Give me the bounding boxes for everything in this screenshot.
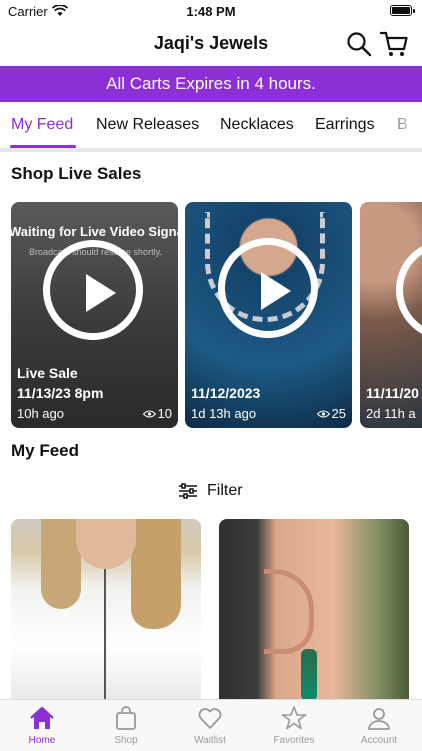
earring-photo	[301, 649, 317, 701]
feed-product-card[interactable]	[11, 519, 201, 701]
necklace-photo	[104, 569, 106, 701]
play-icon[interactable]	[396, 240, 422, 340]
live-sales-heading: Shop Live Sales	[11, 164, 142, 183]
sale-date: 11/12/2023	[191, 385, 261, 401]
view-count: 25	[316, 406, 346, 421]
filter-button[interactable]: Filter	[178, 480, 243, 502]
live-sale-card[interactable]: 11/11/20 2d 11h a	[360, 202, 422, 428]
sliders-icon	[179, 483, 197, 499]
eye-icon	[142, 410, 156, 417]
tab-earrings[interactable]: Earrings	[315, 116, 375, 134]
tabbar-favorites[interactable]: Favorites	[259, 705, 329, 746]
sale-age: 10h ago	[17, 406, 64, 421]
feed-product-card[interactable]	[219, 519, 409, 701]
waiting-signal-text: Waiting for Live Video Signa	[11, 224, 178, 239]
category-tabs: My Feed New Releases Necklaces Earrings …	[0, 102, 422, 150]
my-feed-heading: My Feed	[11, 441, 80, 460]
cart-icon[interactable]	[380, 30, 408, 58]
tabbar-account-label: Account	[360, 735, 398, 746]
tabs-fade	[370, 102, 422, 150]
tabbar-home[interactable]: Home	[7, 705, 77, 746]
person-icon	[368, 708, 390, 730]
star-icon	[281, 706, 307, 730]
sale-label: Live Sale	[17, 365, 78, 381]
heart-icon	[198, 708, 222, 729]
cart-expiry-banner: All Carts Expires in 4 hours.	[0, 66, 422, 102]
eye-icon	[316, 410, 330, 417]
tabbar-home-label: Home	[28, 735, 56, 746]
sale-age: 2d 11h a	[366, 406, 416, 421]
navigation-bar: Jaqi's Jewels	[0, 24, 422, 64]
play-icon[interactable]	[43, 240, 143, 340]
tab-new-releases[interactable]: New Releases	[96, 116, 199, 134]
view-count-value: 25	[331, 406, 346, 421]
shopping-bag-icon	[116, 706, 136, 730]
live-sale-card[interactable]: 11/12/2023 1d 13h ago 25	[185, 202, 352, 428]
status-bar: Carrier 1:48 PM	[0, 0, 422, 24]
sale-age: 1d 13h ago	[191, 406, 257, 421]
battery-icon	[390, 5, 415, 16]
play-icon[interactable]	[218, 238, 318, 338]
tabbar-waitlist[interactable]: Waitlist	[175, 705, 245, 746]
bottom-tab-bar: Home Shop Waitlist Favorites Account	[0, 699, 422, 751]
tabbar-shop[interactable]: Shop	[91, 705, 161, 746]
sale-date: 11/11/20	[366, 385, 419, 401]
tabbar-waitlist-label: Waitlist	[194, 735, 226, 746]
view-count-value: 10	[157, 406, 172, 421]
live-sale-card[interactable]: Waiting for Live Video Signa Broadcast s…	[11, 202, 178, 428]
ear-photo	[264, 569, 314, 654]
home-icon	[30, 706, 54, 729]
tabbar-shop-label: Shop	[114, 735, 138, 746]
filter-label: Filter	[207, 482, 243, 499]
tabbar-favorites-label: Favorites	[273, 735, 315, 746]
clock: 1:48 PM	[186, 4, 236, 19]
tab-necklaces[interactable]: Necklaces	[220, 116, 294, 134]
divider	[0, 148, 422, 152]
banner-text: All Carts Expires in 4 hours.	[106, 74, 316, 93]
sale-date: 11/13/23 8pm	[17, 385, 104, 401]
search-icon[interactable]	[346, 31, 372, 57]
view-count: 10	[142, 406, 172, 421]
tab-my-feed[interactable]: My Feed	[11, 116, 73, 134]
tabbar-account[interactable]: Account	[344, 705, 414, 746]
